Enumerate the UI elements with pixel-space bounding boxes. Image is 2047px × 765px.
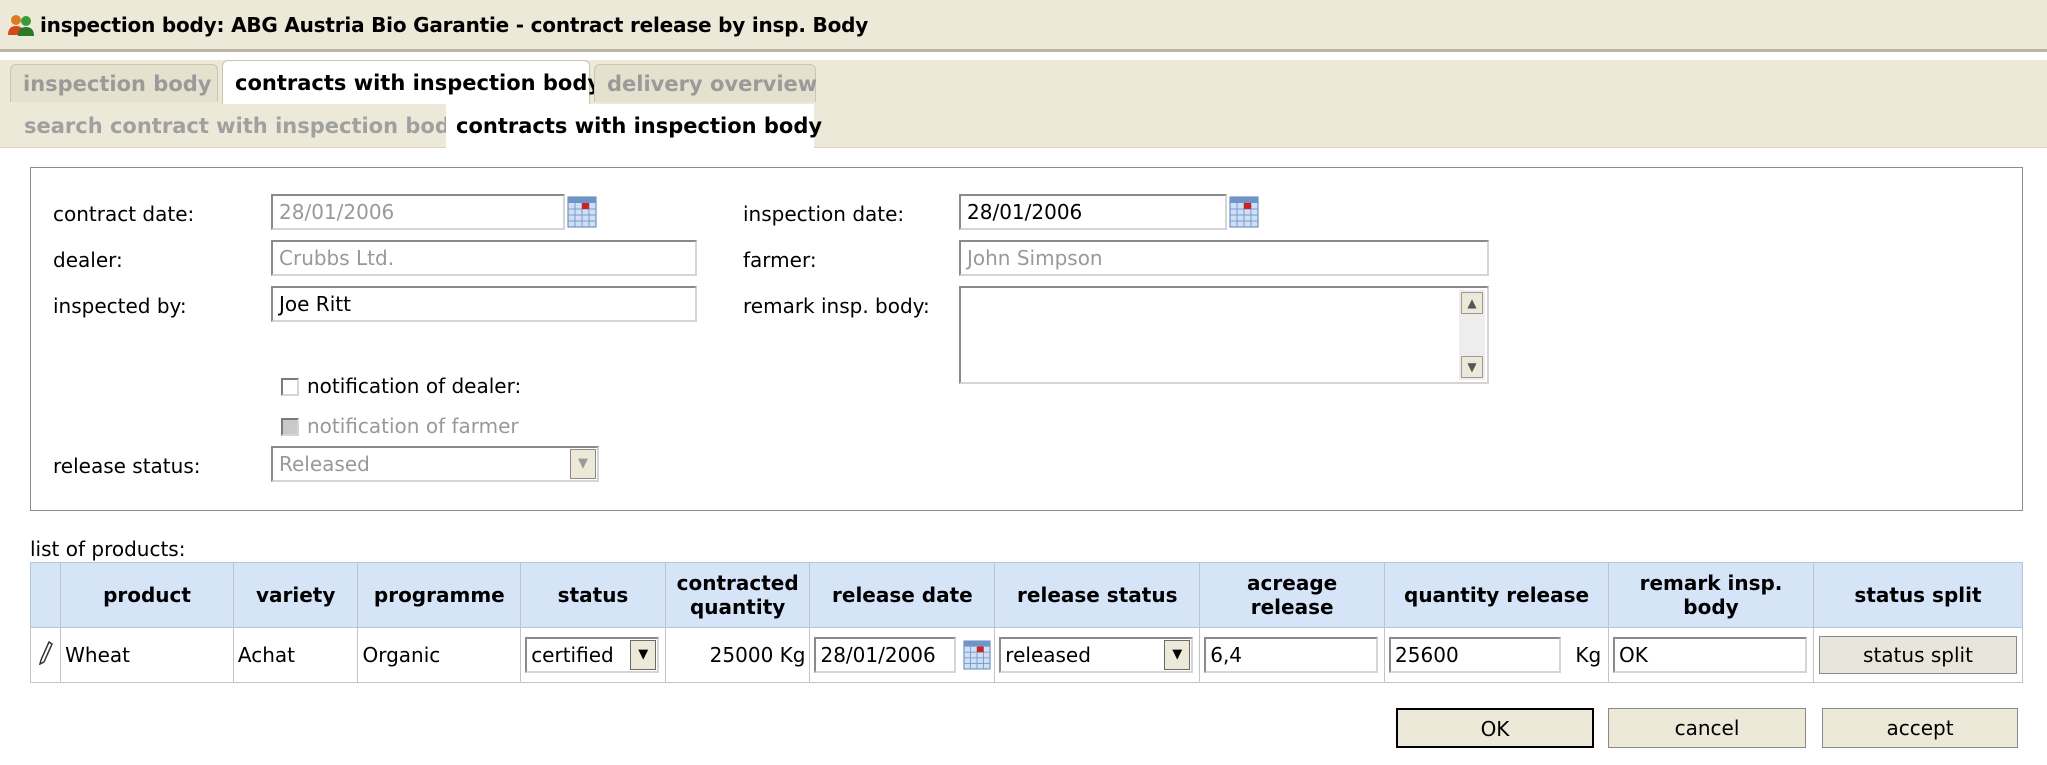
notify-dealer-checkbox[interactable] [281,378,299,396]
scroll-up-icon[interactable]: ▲ [1461,292,1483,314]
tab-delivery-overview[interactable]: delivery overview [594,64,817,102]
main-tabs: inspection body contracts with inspectio… [0,60,2047,104]
dealer-label: dealer: [53,248,123,272]
column-header-release-status: release status [994,562,1201,628]
contract-date-label: contract date: [53,202,195,226]
programme-cell: Organic [357,627,522,683]
inspected-by-field[interactable]: Joe Ritt [271,286,697,322]
ok-button[interactable]: OK [1396,708,1594,748]
remark-insp-body-label: remark insp. body: [743,294,930,318]
quantity-release-cell: 25600 Kg [1384,627,1610,683]
chevron-down-icon: ▼ [1164,640,1191,670]
chevron-down-icon: ▼ [630,640,657,670]
farmer-label: farmer: [743,248,817,272]
release-date-field[interactable]: 28/01/2006 [814,637,957,673]
row-release-status-select[interactable]: released ▼ [999,637,1194,673]
release-date-cell: 28/01/2006 [809,627,996,683]
column-header-product: product [60,562,234,628]
scroll-down-icon[interactable]: ▼ [1461,356,1483,378]
status-cell: certified ▼ [520,627,666,683]
inspection-date-field[interactable]: 28/01/2006 [959,194,1227,230]
vertical-scrollbar[interactable]: ▲ ▼ [1459,290,1485,380]
calendar-icon[interactable] [1229,196,1259,228]
contracted-quantity-cell: 25000 Kg [664,627,811,683]
quantity-release-field[interactable]: 25600 [1389,637,1562,673]
notify-farmer-label: notification of farmer [307,414,519,438]
column-header-acreage-release: acreage release [1199,562,1386,628]
column-header-variety: variety [232,562,359,628]
chevron-down-icon: ▼ [570,449,596,479]
status-split-cell: status split [1812,627,2024,683]
farmer-field[interactable]: John Simpson [959,240,1489,276]
calendar-icon[interactable] [567,196,597,228]
notify-farmer-checkbox [281,418,299,436]
remark-cell: OK [1608,627,1814,683]
release-status-cell: released ▼ [994,627,1201,683]
subtab-contracts[interactable]: contracts with inspection body [446,104,822,148]
product-cell: Wheat [60,627,234,683]
calendar-icon[interactable] [963,639,991,671]
sub-tabs: search contract with inspection body con… [0,104,2047,148]
status-split-button[interactable]: status split [1818,636,2017,674]
status-value: certified [531,643,614,667]
release-status-value: Released [279,452,370,476]
inspection-date-label: inspection date: [743,202,905,226]
status-select[interactable]: certified ▼ [525,637,660,673]
acreage-release-cell: 6,4 [1199,627,1386,683]
pencil-icon[interactable] [38,640,53,665]
subtab-search-contract[interactable]: search contract with inspection body [14,104,474,148]
table-row: Wheat Achat Organic certified ▼ 25000 Kg… [29,627,2024,683]
column-header-edit [29,562,62,628]
contract-date-field[interactable]: 28/01/2006 [271,194,565,230]
column-header-release-date: release date [809,562,996,628]
table-header-row: product variety programme status contrac… [29,562,2024,628]
acreage-release-field[interactable]: 6,4 [1204,637,1379,673]
column-header-status: status [520,562,666,628]
inspected-by-label: inspected by: [53,294,187,318]
dealer-field[interactable]: Crubbs Ltd. [271,240,697,276]
column-header-quantity-release: quantity release [1384,562,1610,628]
accept-button[interactable]: accept [1822,708,2018,748]
remark-insp-body-textarea[interactable]: ▲ ▼ [959,286,1489,384]
cancel-button[interactable]: cancel [1608,708,1806,748]
tab-contracts-with-inspection-body[interactable]: contracts with inspection body [222,60,601,104]
window-title: inspection body: ABG Austria Bio Garanti… [40,12,869,37]
variety-cell: Achat [232,627,359,683]
quantity-unit: Kg [1575,643,1602,667]
users-icon [8,14,34,36]
release-status-label: release status: [53,454,201,478]
title-bar: inspection body: ABG Austria Bio Garanti… [0,0,2047,52]
row-remark-field[interactable]: OK [1613,637,1808,673]
release-status-select: Released ▼ [271,446,599,482]
row-release-status-value: released [1005,643,1091,667]
contract-form: contract date: 28/01/2006 dealer: Crubbs… [30,167,2023,511]
notify-dealer-label: notification of dealer: [307,374,522,398]
tab-inspection-body[interactable]: inspection body [10,64,218,102]
edit-cell[interactable] [29,627,62,683]
products-table: product variety programme status contrac… [29,562,2024,683]
column-header-status-split: status split [1812,562,2024,628]
list-of-products-label: list of products: [30,537,186,561]
column-header-contracted-quantity: contracted quantity [664,562,811,628]
column-header-remark-insp-body: remark insp. body [1608,562,1814,628]
column-header-programme: programme [357,562,522,628]
